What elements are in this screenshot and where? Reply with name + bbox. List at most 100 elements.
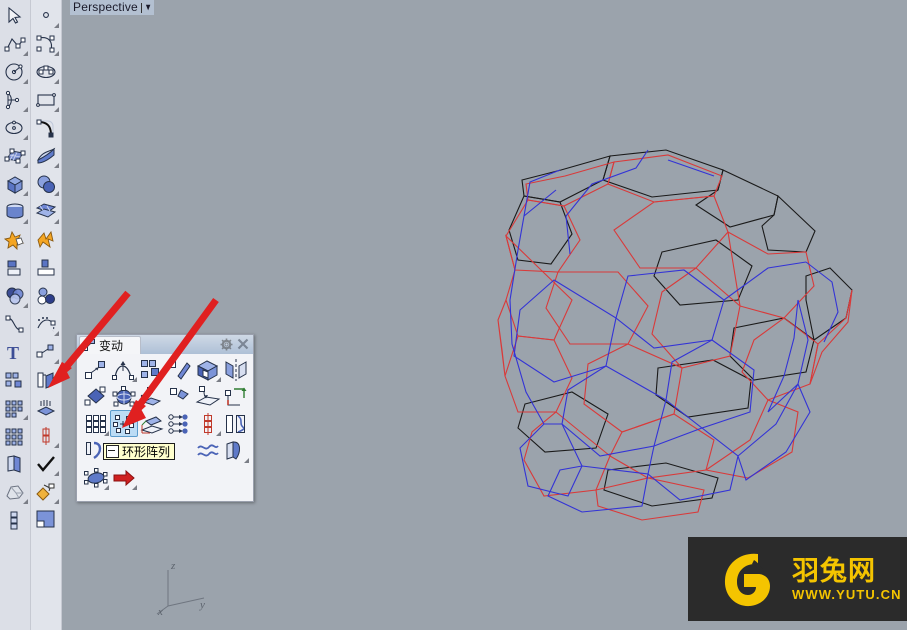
move-button[interactable] (82, 356, 110, 383)
flyout-marker-icon[interactable] (132, 485, 137, 490)
scale-2d-button[interactable] (138, 383, 166, 410)
flyout-marker-icon[interactable] (23, 163, 28, 168)
toolbar-button-text-tool[interactable]: T (1, 338, 29, 365)
flyout-marker-icon[interactable] (23, 191, 28, 196)
toolbar-button-boolean-split[interactable] (32, 254, 60, 281)
rotate-3d-button[interactable] (110, 383, 138, 410)
flyout-marker-icon[interactable] (54, 499, 59, 504)
toolbar-button-ellipse-points[interactable] (32, 58, 60, 85)
smooth-button[interactable] (194, 437, 222, 464)
flyout-marker-icon[interactable] (54, 107, 59, 112)
toolbar-button-fillet-edge[interactable] (1, 254, 29, 281)
toolbar-button-ellipse[interactable] (1, 114, 29, 141)
flyout-marker-icon[interactable] (54, 471, 59, 476)
toolbar-button-control-point-curve[interactable] (32, 30, 60, 57)
array-linear-button[interactable] (194, 410, 222, 437)
toolbar-button-surface-from-points[interactable] (1, 142, 29, 169)
shear-button[interactable] (166, 383, 194, 410)
apply-arrow-button[interactable] (110, 464, 138, 491)
flyout-marker-icon[interactable] (54, 23, 59, 28)
toolbar-button-layer-color[interactable] (32, 506, 60, 533)
flyout-marker-icon[interactable] (23, 107, 28, 112)
copy-button[interactable] (138, 356, 166, 383)
toolbar-button-paint-bucket[interactable] (32, 478, 60, 505)
flyout-marker-icon[interactable] (23, 499, 28, 504)
toolbar-button-polyline[interactable] (1, 30, 29, 57)
flyout-marker-icon[interactable] (54, 163, 59, 168)
toolbar-button-check[interactable] (32, 450, 60, 477)
toolbar-button-explode[interactable] (32, 226, 60, 253)
toolbar-button-surface-patch[interactable] (32, 198, 60, 225)
flyout-marker-icon[interactable] (104, 485, 109, 490)
rectangular-array-button[interactable] (82, 410, 110, 437)
gear-icon[interactable] (220, 338, 233, 351)
toolbar-button-layers[interactable] (1, 506, 29, 533)
transform-panel-tab[interactable]: 变动 (79, 336, 141, 354)
polar-array-button[interactable] (110, 410, 138, 437)
flyout-marker-icon[interactable] (23, 303, 28, 308)
toolbar-button-loft-surface[interactable] (32, 142, 60, 169)
toolbar-button-fold-surface[interactable] (1, 450, 29, 477)
toolbar-button-grid-array[interactable] (1, 422, 29, 449)
flyout-marker-icon[interactable] (54, 443, 59, 448)
truncated-icosahedron-wireframe[interactable] (62, 0, 907, 630)
mirror-button[interactable] (222, 356, 250, 383)
flyout-marker-icon[interactable] (54, 359, 59, 364)
flyout-marker-icon[interactable] (216, 431, 221, 436)
toolbar-button-box-solid[interactable] (1, 170, 29, 197)
flyout-marker-icon[interactable] (132, 377, 137, 382)
transform-panel-body[interactable] (77, 354, 253, 501)
axis-label-z: z (170, 560, 176, 572)
flyout-marker-icon[interactable] (23, 79, 28, 84)
bend-button[interactable] (110, 356, 138, 383)
cage-edit-button[interactable] (82, 464, 110, 491)
scale-1d-button[interactable] (166, 356, 194, 383)
transform-panel-header[interactable]: 变动 (77, 335, 253, 355)
toolbar-button-copy-objects[interactable] (1, 366, 29, 393)
toolbar-button-sphere[interactable] (32, 170, 60, 197)
toolbar-button-corner-curve[interactable] (32, 114, 60, 141)
flyout-marker-icon[interactable] (54, 219, 59, 224)
flyout-marker-icon[interactable] (54, 79, 59, 84)
flyout-marker-icon[interactable] (104, 431, 109, 436)
toolbar-button-point[interactable] (32, 2, 60, 29)
toolbar-button-curve-tool[interactable] (1, 310, 29, 337)
transform-flyout-panel[interactable]: 变动 (76, 334, 254, 502)
axis-label-x: x (157, 606, 163, 616)
box-edit-button[interactable] (194, 356, 222, 383)
flyout-marker-icon[interactable] (244, 458, 249, 463)
toolbar-button-blend-curve[interactable] (32, 310, 60, 337)
rotate-button[interactable] (82, 383, 110, 410)
flyout-marker-icon[interactable] (23, 219, 28, 224)
toolbar-button-arc[interactable] (1, 86, 29, 113)
toolbar-button-boolean-star[interactable] (1, 226, 29, 253)
toolbar-button-drape[interactable] (32, 394, 60, 421)
array-on-surface-button[interactable] (138, 410, 166, 437)
toolbar-button-spheres-pair[interactable] (32, 282, 60, 309)
flyout-marker-icon[interactable] (54, 191, 59, 196)
toolbar-button-circle[interactable] (1, 58, 29, 85)
toolbar-button-scale-nu[interactable] (32, 338, 60, 365)
close-icon[interactable] (237, 338, 249, 350)
flyout-marker-icon[interactable] (23, 415, 28, 420)
flyout-marker-icon[interactable] (23, 51, 28, 56)
orient-cplane-button[interactable] (222, 383, 250, 410)
project-button[interactable] (194, 383, 222, 410)
toolbar-button-transform-move[interactable] (1, 394, 29, 421)
toolbar-button-orient[interactable] (32, 366, 60, 393)
toolbar-button-rectangle[interactable] (32, 86, 60, 113)
flyout-marker-icon[interactable] (54, 331, 59, 336)
array-along-curve-button[interactable] (166, 410, 194, 437)
perspective-viewport[interactable]: Perspective ▾ z y x (62, 0, 907, 630)
flow-along-surface-button[interactable] (222, 437, 250, 464)
toolbar-button-venn-circles[interactable] (1, 282, 29, 309)
toolbar-button-dimension[interactable] (32, 422, 60, 449)
toolbar-button-cylinder[interactable] (1, 198, 29, 225)
flyout-marker-icon[interactable] (23, 135, 28, 140)
toolbar-button-arrow-select[interactable] (1, 2, 29, 29)
toolbar-button-stone-shape[interactable] (1, 478, 29, 505)
left-toolbars[interactable]: T (0, 0, 62, 630)
flyout-marker-icon[interactable] (54, 51, 59, 56)
flyout-marker-icon[interactable] (216, 377, 221, 382)
twist-button[interactable] (222, 410, 250, 437)
